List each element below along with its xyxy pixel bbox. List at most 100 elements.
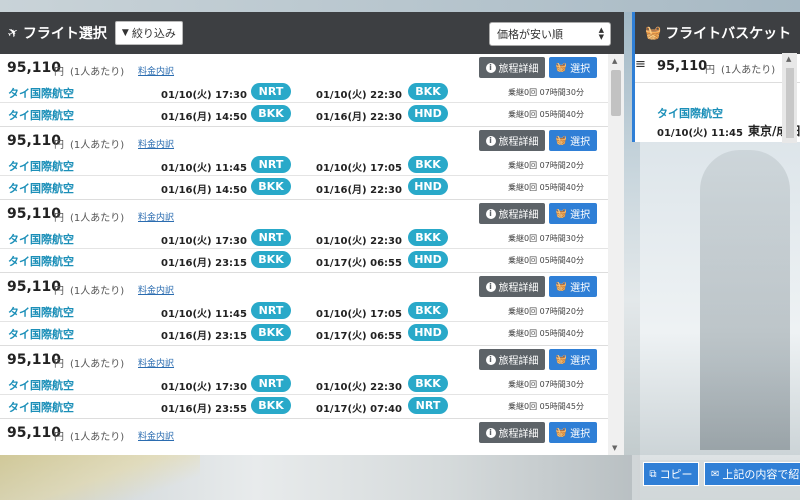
departure-airport-badge: NRT xyxy=(251,83,291,100)
airline-name: タイ国際航空 xyxy=(8,182,74,195)
select-flight-button[interactable]: 🧺 選択 xyxy=(549,130,597,151)
fare-breakdown-link[interactable]: 料金内訳 xyxy=(138,210,174,223)
fare-price: 95,110 xyxy=(7,60,62,76)
fare-breakdown-link[interactable]: 料金内訳 xyxy=(138,137,174,150)
departure-airport-badge: BKK xyxy=(251,251,291,268)
select-arrows-icon: ▲ ▼ xyxy=(598,26,604,41)
arrival-time: 01/10(火) 22:30 xyxy=(316,382,402,393)
arrival-airport-badge: HND xyxy=(408,105,448,122)
select-flight-label: 選択 xyxy=(570,429,591,440)
arrival-airport-badge: HND xyxy=(408,251,448,268)
fare-breakdown-link[interactable]: 料金内訳 xyxy=(138,429,174,442)
basket-airline: タイ国際航空 xyxy=(657,107,723,120)
arrival-time: 01/10(火) 22:30 xyxy=(316,236,402,247)
basket-divider xyxy=(635,82,800,83)
fare-price: 95,110 xyxy=(7,133,62,149)
airline-name: タイ国際航空 xyxy=(8,306,74,319)
departure-airport-badge: NRT xyxy=(251,156,291,173)
scroll-down-arrow-icon[interactable]: ▼ xyxy=(612,444,617,452)
fare-per-person: (1人あたり) xyxy=(70,213,125,224)
arrival-airport-badge: BKK xyxy=(408,302,448,319)
departure-time: 01/16(月) 23:15 xyxy=(161,331,247,342)
flight-leg: タイ国際航空 01/16(月) 23:15 BKK 01/17(火) 06:55 HND… xyxy=(0,322,608,344)
arrival-airport-badge: BKK xyxy=(408,375,448,392)
departure-airport-badge: BKK xyxy=(251,324,291,341)
flight-results-list: 95,110 円 (1人あたり) 料金内訳 i 旅程詳細 🧺 選択 タイ国際航空 01/10(火)… xyxy=(0,54,608,455)
flight-card: 95,110 円 (1人あたり) 料金内訳 i 旅程詳細 🧺 選択 タイ国際航空 01/10(火)… xyxy=(0,54,608,127)
flight-card: 95,110 円 (1人あたり) 料金内訳 i 旅程詳細 🧺 選択 タイ国際航空 01/10(火)… xyxy=(0,273,608,346)
stops-duration: 乗継0回 07時間30分 xyxy=(508,380,584,389)
itinerary-detail-button[interactable]: i 旅程詳細 xyxy=(479,276,545,297)
info-icon: i xyxy=(485,62,496,73)
info-icon: i xyxy=(485,208,496,219)
basket-icon: 🧺 xyxy=(555,281,568,292)
itinerary-detail-button[interactable]: i 旅程詳細 xyxy=(479,57,545,78)
flight-leg: タイ国際航空 01/16(月) 14:50 BKK 01/16(月) 22:30 HND… xyxy=(0,176,608,198)
flight-leg: タイ国際航空 01/10(火) 17:30 NRT 01/10(火) 22:30 BKK… xyxy=(0,227,608,249)
departure-time: 01/10(火) 11:45 xyxy=(161,163,247,174)
flight-card: 95,110 円 (1人あたり) 料金内訳 i 旅程詳細 🧺 選択 xyxy=(0,419,608,455)
departure-airport-badge: NRT xyxy=(251,302,291,319)
flight-leg: タイ国際航空 01/10(火) 17:30 NRT 01/10(火) 22:30 BKK… xyxy=(0,373,608,395)
info-icon: i xyxy=(485,354,496,365)
fare-currency: 円 xyxy=(54,67,64,78)
arrival-time: 01/17(火) 06:55 xyxy=(316,258,402,269)
itinerary-detail-label: 旅程詳細 xyxy=(498,64,539,75)
select-flight-button[interactable]: 🧺 選択 xyxy=(549,349,597,370)
info-icon: i xyxy=(485,427,496,438)
basket-scrollbar-thumb[interactable] xyxy=(786,68,794,138)
itinerary-detail-button[interactable]: i 旅程詳細 xyxy=(479,203,545,224)
fare-per-person: (1人あたり) xyxy=(70,140,125,151)
flight-leg: タイ国際航空 01/16(月) 23:55 BKK 01/17(火) 07:40 NRT… xyxy=(0,395,608,417)
fare-currency: 円 xyxy=(54,359,64,370)
arrival-time: 01/17(火) 06:55 xyxy=(316,331,402,342)
select-flight-button[interactable]: 🧺 選択 xyxy=(549,57,597,78)
arrival-time: 01/16(月) 22:30 xyxy=(316,185,402,196)
departure-time: 01/16(月) 14:50 xyxy=(161,112,247,123)
departure-time: 01/16(月) 23:55 xyxy=(161,404,247,415)
flight-leg: タイ国際航空 01/10(火) 11:45 NRT 01/10(火) 17:05 BKK… xyxy=(0,300,608,322)
funnel-icon: ▼ xyxy=(121,28,129,38)
select-flight-button[interactable]: 🧺 選択 xyxy=(549,203,597,224)
introduce-button[interactable]: ✉ 上記の内容で紹介 xyxy=(704,462,800,486)
fare-breakdown-link[interactable]: 料金内訳 xyxy=(138,64,174,77)
itinerary-detail-button[interactable]: i 旅程詳細 xyxy=(479,130,545,151)
airline-name: タイ国際航空 xyxy=(8,160,74,173)
arrival-airport-badge: BKK xyxy=(408,229,448,246)
background-top xyxy=(0,0,800,12)
arrival-time: 01/10(火) 22:30 xyxy=(316,90,402,101)
itinerary-detail-button[interactable]: i 旅程詳細 xyxy=(479,349,545,370)
departure-time: 01/16(月) 14:50 xyxy=(161,185,247,196)
stops-duration: 乗継0回 07時間20分 xyxy=(508,161,584,170)
airline-name: タイ国際航空 xyxy=(8,109,74,122)
select-flight-button[interactable]: 🧺 選択 xyxy=(549,422,597,443)
fare-price: 95,110 xyxy=(7,279,62,295)
fare-per-person: (1人あたり) xyxy=(70,432,125,443)
fare-breakdown-link[interactable]: 料金内訳 xyxy=(138,283,174,296)
results-scrollbar-thumb[interactable] xyxy=(611,70,621,116)
departure-time: 01/10(火) 17:30 xyxy=(161,236,247,247)
scroll-up-arrow-icon[interactable]: ▲ xyxy=(612,57,617,65)
flight-select-header: ✈ フライト選択 ▼ 絞り込み 価格が安い順 ▲ ▼ xyxy=(0,12,624,54)
copy-button-label: コピー xyxy=(659,468,693,481)
departure-airport-badge: BKK xyxy=(251,397,291,414)
select-flight-button[interactable]: 🧺 選択 xyxy=(549,276,597,297)
copy-button[interactable]: ⧉ コピー xyxy=(643,462,699,486)
fare-currency: 円 xyxy=(54,140,64,151)
flight-leg: タイ国際航空 01/16(月) 23:15 BKK 01/17(火) 06:55 HND… xyxy=(0,249,608,271)
departure-airport-badge: NRT xyxy=(251,229,291,246)
introduce-button-label: 上記の内容で紹介 xyxy=(722,468,800,481)
info-icon: i xyxy=(485,281,496,292)
basket-scroll-up-icon[interactable]: ▲ xyxy=(786,55,791,63)
mail-icon: ✉ xyxy=(711,468,720,480)
basket-icon: 🧺 xyxy=(555,354,568,365)
itinerary-detail-button[interactable]: i 旅程詳細 xyxy=(479,422,545,443)
info-icon: i xyxy=(485,135,496,146)
flight-basket-panel: 🧺 フライトバスケット ≡ 95,110 円 (1人あたり) ✕ タイ国際航空 … xyxy=(632,12,800,142)
flight-card: 95,110 円 (1人あたり) 料金内訳 i 旅程詳細 🧺 選択タイ国際航空 01/10(火)… xyxy=(0,127,608,200)
drag-handle-icon[interactable]: ≡ xyxy=(635,57,646,72)
fare-breakdown-link[interactable]: 料金内訳 xyxy=(138,356,174,369)
basket-icon: 🧺 xyxy=(645,25,662,41)
sort-select[interactable]: 価格が安い順 ▲ ▼ xyxy=(489,22,611,46)
filter-button[interactable]: ▼ 絞り込み xyxy=(114,21,183,45)
